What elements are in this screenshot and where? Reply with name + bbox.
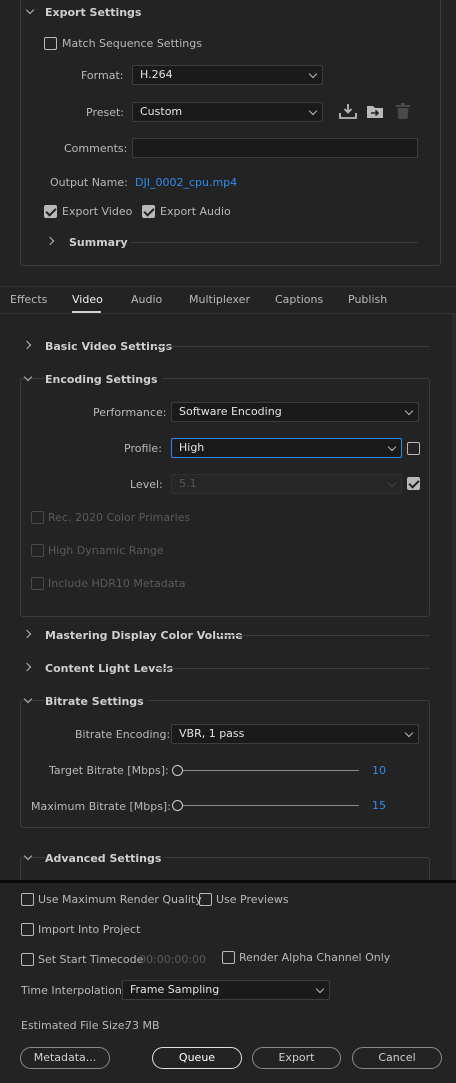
level-value: 5.1 [179,477,197,490]
tabs-top-divider [0,286,456,287]
content-light-levels-title[interactable]: Content Light Levels [45,662,173,675]
profile-checkbox[interactable] [407,442,420,455]
metadata-button[interactable]: Metadata... [20,1047,110,1069]
chevron-down-icon [308,69,318,79]
chevron-down-icon [308,106,318,116]
target-bitrate-value[interactable]: 10 [372,764,386,777]
format-label: Format: [81,69,124,82]
profile-dropdown[interactable]: High [171,438,402,458]
time-interpolation-value: Frame Sampling [130,983,220,996]
set-start-timecode-label[interactable]: Set Start Timecode [38,953,143,966]
max-render-quality-checkbox[interactable] [21,893,34,906]
export-button[interactable]: Export [252,1047,341,1069]
bitrate-encoding-dropdown[interactable]: VBR, 1 pass [171,724,419,744]
rec2020-label: Rec. 2020 Color Primaries [48,511,191,524]
chevron-down-icon [387,478,397,488]
preset-label: Preset: [86,106,125,119]
use-previews-checkbox[interactable] [199,893,212,906]
tab-audio[interactable]: Audio [131,293,162,306]
output-name-link[interactable]: DJI_0002_cpu.mp4 [135,176,237,189]
start-timecode-value: 00:00:00:00 [139,953,207,966]
chevron-down-icon [315,984,325,994]
max-bitrate-label: Maximum Bitrate [Mbps]: [31,800,171,813]
export-audio-label[interactable]: Export Audio [160,205,231,218]
encoding-settings-title[interactable]: Encoding Settings [45,373,162,386]
chevron-down-icon [404,728,414,738]
render-alpha-checkbox[interactable] [222,951,235,964]
tabs-bottom-divider [0,313,456,314]
hdr-label: High Dynamic Range [48,544,164,557]
bitrate-encoding-label: Bitrate Encoding: [75,728,171,741]
performance-dropdown[interactable]: Software Encoding [171,402,419,422]
profile-label: Profile: [124,442,162,455]
performance-label: Performance: [93,406,167,419]
mastering-display-title[interactable]: Mastering Display Color Volume [45,629,243,642]
import-into-project-label[interactable]: Import Into Project [38,923,140,936]
level-label: Level: [130,478,163,491]
delete-preset-icon[interactable] [395,103,411,120]
estimated-file-size-label: Estimated File Size: [21,1019,129,1032]
export-video-label[interactable]: Export Video [62,205,132,218]
summary-title[interactable]: Summary [69,236,128,249]
chevron-down-icon [387,442,397,452]
max-render-quality-label[interactable]: Use Maximum Render Quality [38,893,202,906]
max-bitrate-slider-track[interactable] [177,805,359,806]
comments-label: Comments: [64,142,128,155]
rec2020-checkbox[interactable] [31,511,44,524]
chevron-right-icon[interactable] [22,629,32,639]
max-bitrate-slider-handle[interactable] [172,800,183,811]
hdr10-checkbox[interactable] [31,577,44,590]
section-divider [216,635,430,636]
queue-button[interactable]: Queue [152,1047,242,1069]
target-bitrate-slider-handle[interactable] [172,765,183,776]
time-interpolation-dropdown[interactable]: Frame Sampling [122,980,330,1000]
summary-divider [130,242,418,243]
preset-dropdown[interactable]: Custom [132,102,323,122]
use-previews-label[interactable]: Use Previews [216,893,289,906]
export-audio-checkbox[interactable] [142,205,155,218]
profile-value: High [179,441,205,454]
max-bitrate-value[interactable]: 15 [372,799,386,812]
save-preset-icon[interactable] [339,103,357,120]
tab-multiplexer[interactable]: Multiplexer [189,293,250,306]
set-start-timecode-checkbox[interactable] [21,953,34,966]
section-divider [156,668,430,669]
bitrate-encoding-value: VBR, 1 pass [179,727,245,740]
comments-field[interactable] [132,138,418,158]
hdr-checkbox[interactable] [31,544,44,557]
hdr10-label: Include HDR10 Metadata [48,577,186,590]
export-settings-title[interactable]: Export Settings [45,6,141,19]
target-bitrate-label: Target Bitrate [Mbps]: [49,764,169,777]
format-dropdown[interactable]: H.264 [132,65,323,85]
bitrate-settings-title[interactable]: Bitrate Settings [45,695,148,708]
format-value: H.264 [140,68,173,81]
tab-effects[interactable]: Effects [10,293,47,306]
advanced-settings-title[interactable]: Advanced Settings [45,852,166,865]
tab-publish[interactable]: Publish [348,293,387,306]
target-bitrate-slider-track[interactable] [177,770,359,771]
estimated-file-size-value: 73 MB [125,1019,160,1032]
chevron-right-icon[interactable] [22,340,32,350]
section-divider [154,346,430,347]
import-into-project-checkbox[interactable] [21,923,34,936]
output-name-label: Output Name: [50,176,128,189]
chevron-down-icon [404,406,414,416]
tab-video[interactable]: Video [72,293,103,306]
match-sequence-checkbox[interactable] [44,37,57,50]
preset-value: Custom [140,105,183,118]
level-dropdown[interactable]: 5.1 [171,474,402,494]
time-interpolation-label: Time Interpolation: [21,984,126,997]
cancel-button[interactable]: Cancel [352,1047,442,1069]
match-sequence-label[interactable]: Match Sequence Settings [62,37,202,50]
import-preset-icon[interactable] [366,103,385,120]
level-checkbox[interactable] [407,477,420,490]
render-alpha-label[interactable]: Render Alpha Channel Only [239,951,390,964]
performance-value: Software Encoding [179,405,282,418]
export-video-checkbox[interactable] [44,205,57,218]
tab-captions[interactable]: Captions [275,293,323,306]
chevron-right-icon[interactable] [22,662,32,672]
scrollbar-track[interactable] [452,314,456,880]
